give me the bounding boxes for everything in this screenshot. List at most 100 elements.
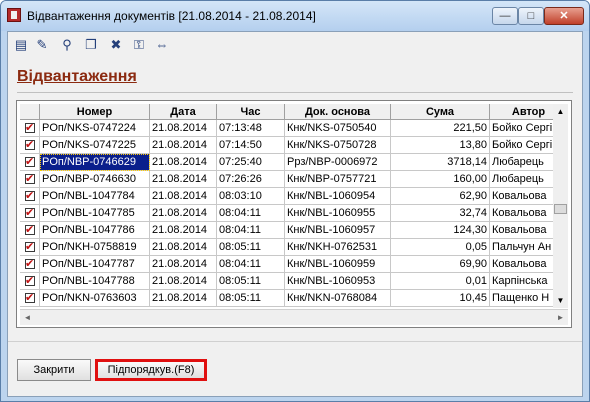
number-cell[interactable]: POп/NBP-0746630 (40, 171, 150, 188)
checkbox-icon[interactable] (25, 205, 35, 221)
sum-cell[interactable]: 10,45 (391, 290, 490, 307)
row-checkbox-cell[interactable] (20, 256, 40, 273)
date-cell[interactable]: 21.08.2014 (150, 239, 217, 256)
time-cell[interactable]: 07:13:48 (217, 120, 285, 137)
date-cell[interactable]: 21.08.2014 (150, 205, 217, 222)
time-cell[interactable]: 07:25:40 (217, 154, 285, 171)
title-bar[interactable]: Відвантаження документів [21.08.2014 - 2… (1, 1, 589, 31)
search-icon[interactable]: ⚲ (58, 36, 76, 54)
scroll-up-button[interactable]: ▲ (553, 104, 568, 119)
date-cell[interactable]: 21.08.2014 (150, 188, 217, 205)
time-cell[interactable]: 08:05:11 (217, 239, 285, 256)
edit-icon[interactable]: ✎ (33, 36, 51, 54)
checkbox-icon[interactable] (25, 154, 35, 170)
time-cell[interactable]: 08:03:10 (217, 188, 285, 205)
table-row[interactable]: POп/NKS-074722521.08.201407:14:50Кнк/NKS… (20, 137, 568, 154)
minimize-button[interactable]: — (492, 7, 518, 25)
date-cell[interactable]: 21.08.2014 (150, 154, 217, 171)
binoculars-icon[interactable]: ⚿ (130, 36, 148, 54)
copy-icon[interactable]: ❐ (82, 36, 100, 54)
date-cell[interactable]: 21.08.2014 (150, 273, 217, 290)
table-row[interactable]: POп/NBP-074662921.08.201407:25:40Ррз/NBP… (20, 154, 568, 171)
sum-cell[interactable]: 160,00 (391, 171, 490, 188)
number-cell[interactable]: POп/NBL-1047784 (40, 188, 150, 205)
sum-cell[interactable]: 32,74 (391, 205, 490, 222)
sum-cell[interactable]: 62,90 (391, 188, 490, 205)
row-checkbox-cell[interactable] (20, 188, 40, 205)
basis-doc-cell[interactable]: Кнк/NBL-1060953 (285, 273, 391, 290)
time-cell[interactable]: 08:04:11 (217, 256, 285, 273)
time-cell[interactable]: 07:14:50 (217, 137, 285, 154)
checkbox-icon[interactable] (25, 256, 35, 272)
number-cell[interactable]: POп/NBL-1047785 (40, 205, 150, 222)
checkbox-icon[interactable] (25, 222, 35, 238)
table-row[interactable]: POп/NBL-104778421.08.201408:03:10Кнк/NBL… (20, 188, 568, 205)
number-cell[interactable]: POп/NBL-1047787 (40, 256, 150, 273)
checkbox-icon[interactable] (25, 120, 35, 136)
basis-doc-cell[interactable]: Кнк/NBL-1060954 (285, 188, 391, 205)
time-cell[interactable]: 08:04:11 (217, 205, 285, 222)
row-checkbox-cell[interactable] (20, 239, 40, 256)
number-cell[interactable]: POп/NBP-0746629 (40, 154, 150, 171)
date-cell[interactable]: 21.08.2014 (150, 290, 217, 307)
subordinate-button[interactable]: Підпорядкув.(F8) (95, 359, 207, 381)
scroll-down-button[interactable]: ▼ (553, 293, 568, 308)
sum-cell[interactable]: 0,05 (391, 239, 490, 256)
basis-doc-cell[interactable]: Кнк/NBL-1060957 (285, 222, 391, 239)
row-checkbox-cell[interactable] (20, 273, 40, 290)
time-cell[interactable]: 08:05:11 (217, 290, 285, 307)
date-cell[interactable]: 21.08.2014 (150, 256, 217, 273)
documents-table[interactable]: НомерДатаЧасДок. основаСумаАвторPOп/NKS-… (16, 100, 572, 328)
horizontal-scrollbar[interactable]: ◄ ► (20, 309, 568, 325)
table-row[interactable]: POп/NBL-104778821.08.201408:05:11Кнк/NBL… (20, 273, 568, 290)
vertical-scrollbar[interactable]: ▲ ▼ (553, 104, 568, 308)
sum-cell[interactable]: 13,80 (391, 137, 490, 154)
checkbox-icon[interactable] (25, 290, 35, 306)
checkbox-icon[interactable] (25, 273, 35, 289)
header-sum[interactable]: Сума (391, 104, 490, 120)
calendar-icon[interactable]: ▤ (12, 36, 30, 54)
number-cell[interactable]: POп/NKS-0747225 (40, 137, 150, 154)
vertical-scroll-thumb[interactable] (554, 204, 567, 214)
sum-cell[interactable]: 69,90 (391, 256, 490, 273)
basis-doc-cell[interactable]: Кнк/NKS-0750540 (285, 120, 391, 137)
date-cell[interactable]: 21.08.2014 (150, 120, 217, 137)
header-time[interactable]: Час (217, 104, 285, 120)
checkbox-icon[interactable] (25, 239, 35, 255)
number-cell[interactable]: POп/NBL-1047786 (40, 222, 150, 239)
resize-columns-icon[interactable]: ⇔ (153, 36, 171, 54)
sum-cell[interactable]: 221,50 (391, 120, 490, 137)
row-checkbox-cell[interactable] (20, 120, 40, 137)
basis-doc-cell[interactable]: Ррз/NBP-0006972 (285, 154, 391, 171)
delete-icon[interactable]: ✖ (107, 36, 125, 54)
row-checkbox-cell[interactable] (20, 205, 40, 222)
row-checkbox-cell[interactable] (20, 222, 40, 239)
date-cell[interactable]: 21.08.2014 (150, 222, 217, 239)
close-window-button[interactable]: ✕ (544, 7, 584, 25)
number-cell[interactable]: POп/NKS-0747224 (40, 120, 150, 137)
time-cell[interactable]: 08:04:11 (217, 222, 285, 239)
date-cell[interactable]: 21.08.2014 (150, 171, 217, 188)
scroll-left-button[interactable]: ◄ (20, 310, 35, 325)
basis-doc-cell[interactable]: Кнк/NKH-0762531 (285, 239, 391, 256)
header-date[interactable]: Дата (150, 104, 217, 120)
basis-doc-cell[interactable]: Кнк/NKS-0750728 (285, 137, 391, 154)
table-row[interactable]: POп/NKH-075881921.08.201408:05:11Кнк/NKH… (20, 239, 568, 256)
time-cell[interactable]: 08:05:11 (217, 273, 285, 290)
sum-cell[interactable]: 124,30 (391, 222, 490, 239)
basis-doc-cell[interactable]: Кнк/NBP-0757721 (285, 171, 391, 188)
sum-cell[interactable]: 0,01 (391, 273, 490, 290)
number-cell[interactable]: POп/NKH-0758819 (40, 239, 150, 256)
table-row[interactable]: POп/NBL-104778721.08.201408:04:11Кнк/NBL… (20, 256, 568, 273)
time-cell[interactable]: 07:26:26 (217, 171, 285, 188)
table-row[interactable]: POп/NKS-074722421.08.201407:13:48Кнк/NKS… (20, 120, 568, 137)
table-row[interactable]: POп/NBL-104778521.08.201408:04:11Кнк/NBL… (20, 205, 568, 222)
row-checkbox-cell[interactable] (20, 137, 40, 154)
maximize-button[interactable]: □ (518, 7, 544, 25)
number-cell[interactable]: POп/NKN-0763603 (40, 290, 150, 307)
checkbox-icon[interactable] (25, 137, 35, 153)
basis-doc-cell[interactable]: Кнк/NKN-0768084 (285, 290, 391, 307)
table-row[interactable]: POп/NBL-104778621.08.201408:04:11Кнк/NBL… (20, 222, 568, 239)
header-number[interactable]: Номер (40, 104, 150, 120)
table-row[interactable]: POп/NKN-076360321.08.201408:05:11Кнк/NKN… (20, 290, 568, 307)
